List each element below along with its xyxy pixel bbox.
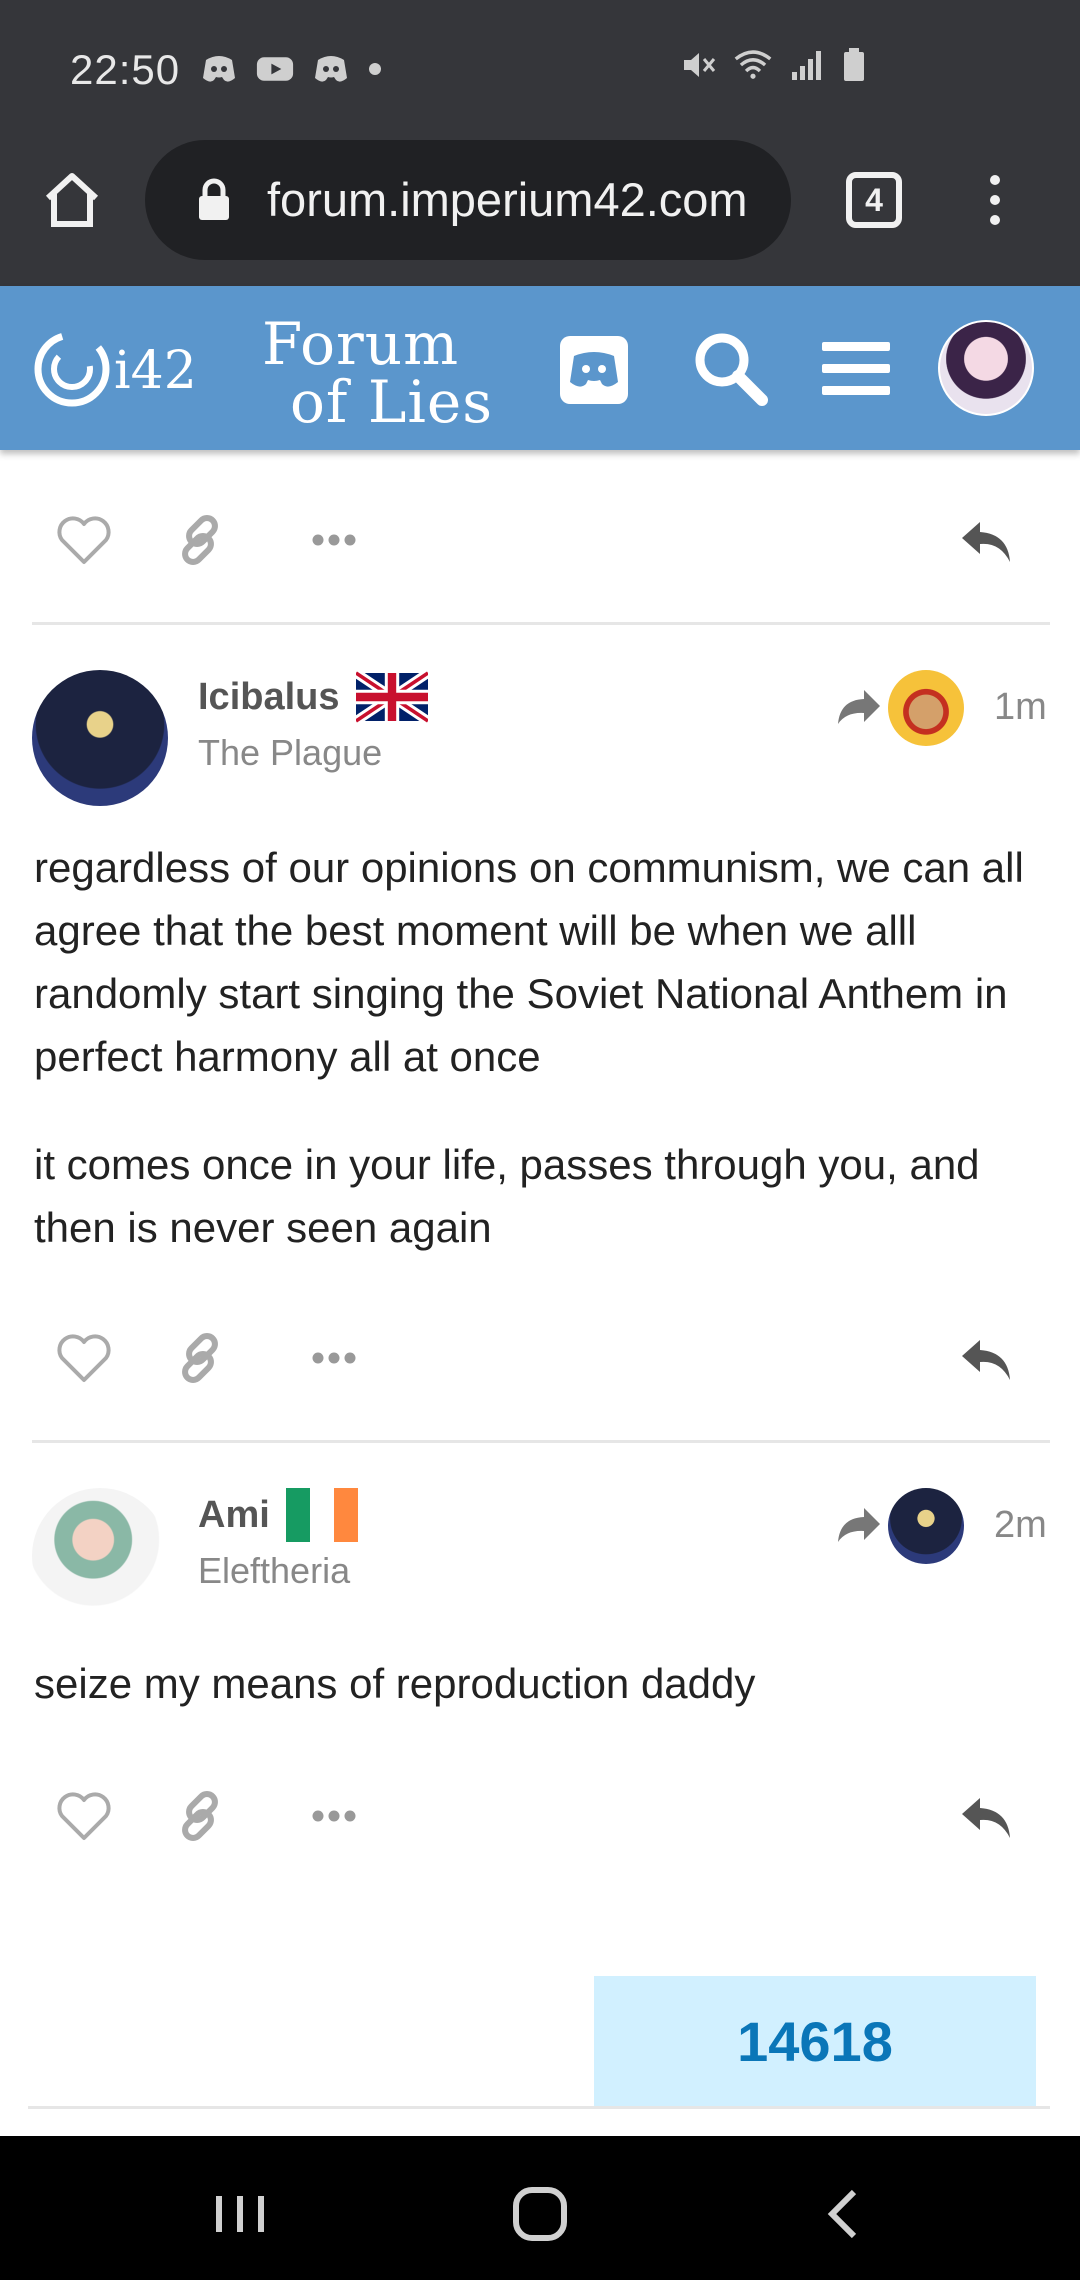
more-options-icon[interactable] (304, 1328, 364, 1388)
url-text: forum.imperium42.com (267, 173, 748, 226)
post-author-meta: Ami Eleftheria (198, 1488, 359, 1592)
post-time[interactable]: 2m (994, 1504, 1047, 1547)
post-user-title: The Plague (198, 732, 383, 773)
share-arrow-icon (838, 1508, 880, 1542)
status-time: 22:50 (70, 46, 181, 93)
discord-button[interactable] (560, 336, 628, 404)
android-navigation-bar (0, 2136, 1080, 2280)
post-divider (32, 622, 1050, 625)
post-counter-badge[interactable]: 14618 (594, 1976, 1036, 2108)
forum-logo-line2: of Lies (290, 368, 493, 436)
dot-icon (369, 63, 381, 75)
tab-switcher-button[interactable]: 4 (846, 172, 902, 228)
battery-icon (844, 48, 864, 81)
address-bar[interactable]: forum.imperium42.com (145, 140, 791, 260)
post-author-avatar[interactable] (32, 670, 168, 806)
post-paragraph: seize my means of reproduction daddy (34, 1660, 756, 1707)
imperium42-logo[interactable]: i42 (32, 326, 222, 412)
youtube-icon (256, 57, 294, 81)
current-user-avatar[interactable] (938, 320, 1034, 416)
home-nav-icon[interactable] (510, 2184, 570, 2244)
post-author-meta: Icibalus The Plague (198, 670, 428, 774)
post-controls (34, 1776, 1050, 1856)
wifi-icon (734, 50, 772, 79)
post-controls (34, 1318, 1050, 1398)
ireland-flag-icon (286, 1488, 359, 1542)
post-time[interactable]: 1m (994, 686, 1047, 729)
forum-of-lies-logo[interactable]: Forum of Lies (258, 306, 494, 436)
reply-icon[interactable] (956, 1328, 1016, 1388)
reply-to-indicator[interactable] (836, 670, 966, 746)
timeline-rule (28, 2106, 1050, 2109)
hamburger-menu-icon[interactable] (820, 338, 892, 400)
mute-icon (684, 53, 716, 77)
more-options-icon[interactable] (304, 510, 364, 570)
discord-icon (570, 352, 618, 387)
overflow-menu-icon[interactable] (980, 170, 1010, 230)
post-body: regardless of our opinions on communism,… (34, 836, 1050, 1304)
uk-flag-icon (355, 670, 428, 724)
post-username[interactable]: Icibalus (198, 676, 340, 719)
link-icon[interactable] (170, 1328, 230, 1388)
forum-header: i42 Forum of Lies (0, 286, 1080, 450)
post-controls (34, 500, 1050, 580)
post-paragraph: it comes once in your life, passes throu… (34, 1141, 980, 1251)
recent-apps-icon[interactable] (210, 2184, 270, 2244)
status-notification-icons (200, 52, 382, 86)
signal-icon (792, 51, 821, 80)
search-icon[interactable] (688, 326, 772, 410)
discord-notification-icon (203, 56, 235, 82)
lock-icon (199, 178, 229, 220)
post-body: seize my means of reproduction daddy (34, 1652, 1050, 1760)
post-author-avatar[interactable] (32, 1488, 168, 1624)
like-icon[interactable] (54, 1786, 114, 1846)
reply-to-avatar (888, 670, 964, 746)
post-user-title: Eleftheria (198, 1550, 351, 1591)
link-icon[interactable] (170, 510, 230, 570)
post-paragraph: regardless of our opinions on communism,… (34, 844, 1024, 1080)
reply-to-avatar (888, 1488, 964, 1564)
svg-text:i42: i42 (114, 341, 197, 401)
share-arrow-icon (838, 690, 880, 724)
status-bar: 22:50 (0, 0, 1080, 140)
post-divider (32, 1440, 1050, 1443)
reply-icon[interactable] (956, 1786, 1016, 1846)
reply-to-indicator[interactable] (836, 1488, 966, 1564)
post-username[interactable]: Ami (198, 1494, 270, 1537)
more-options-icon[interactable] (304, 1786, 364, 1846)
like-icon[interactable] (54, 1328, 114, 1388)
like-icon[interactable] (54, 510, 114, 570)
back-icon[interactable] (814, 2184, 874, 2244)
browser-toolbar: forum.imperium42.com 4 (0, 140, 1080, 286)
home-icon[interactable] (42, 170, 102, 230)
status-system-icons (680, 48, 866, 82)
discord-notification-icon (315, 56, 347, 82)
reply-icon[interactable] (956, 510, 1016, 570)
link-icon[interactable] (170, 1786, 230, 1846)
